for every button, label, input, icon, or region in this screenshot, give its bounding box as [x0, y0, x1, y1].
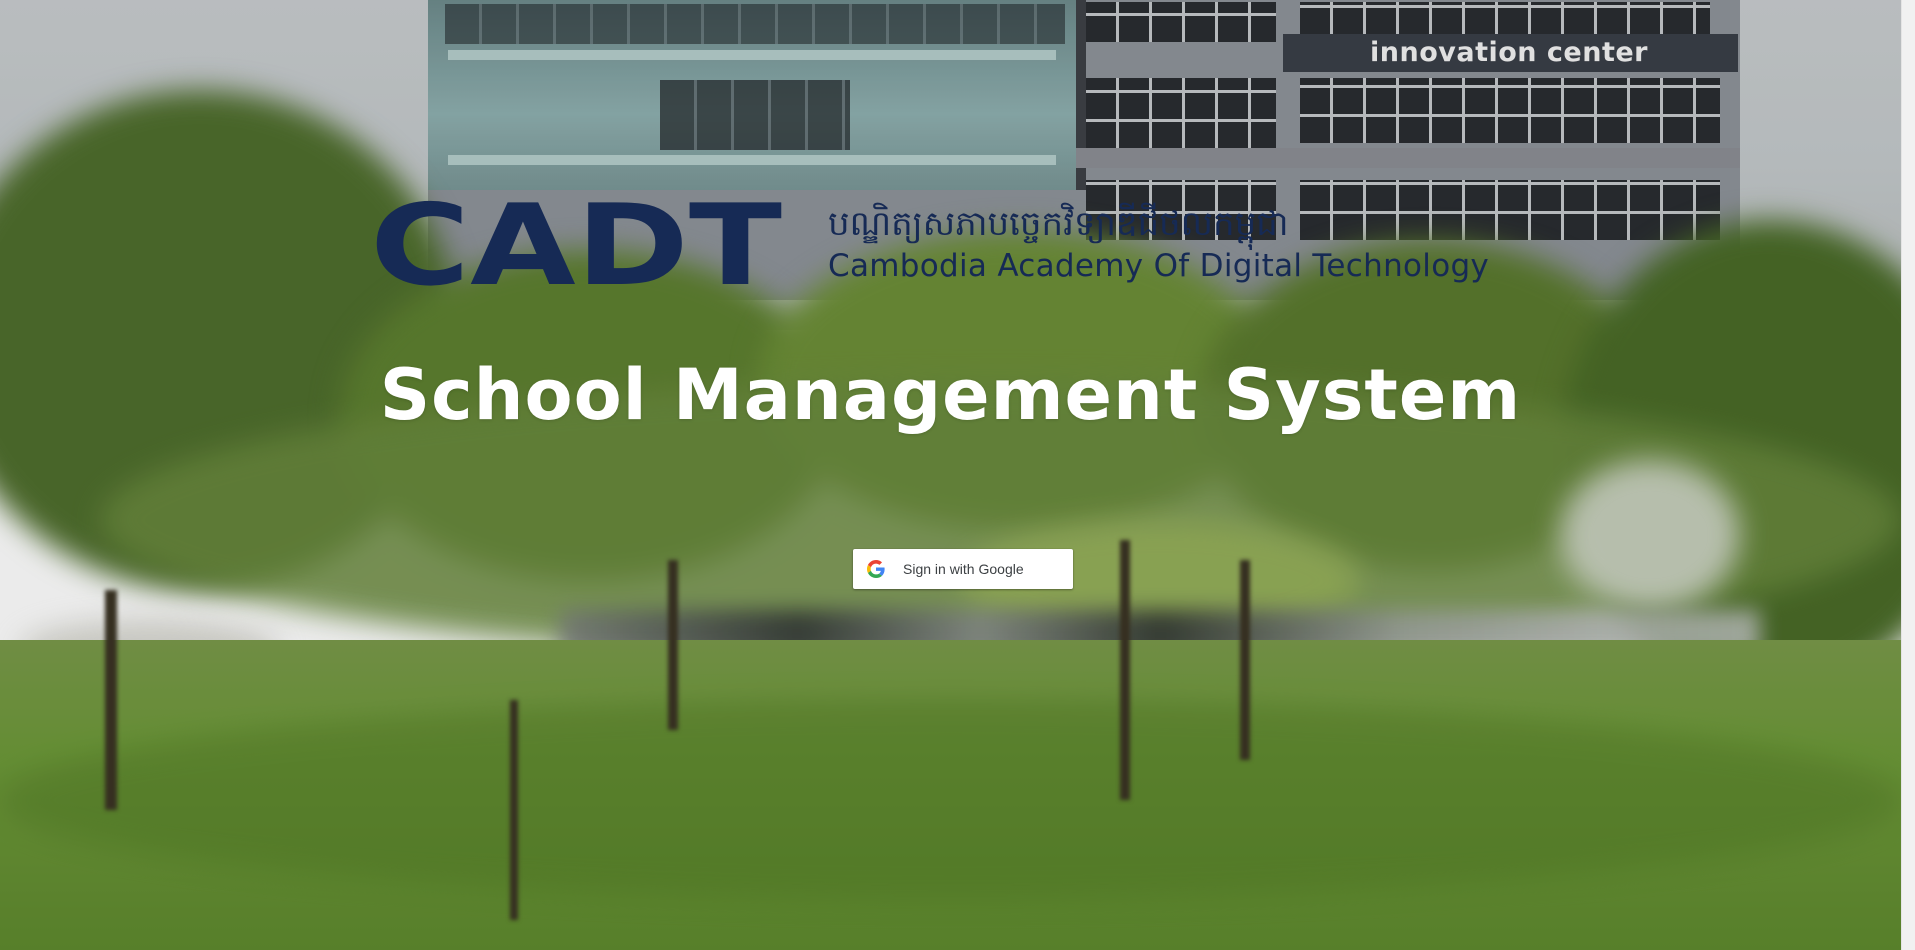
logo-khmer-name: បណ្ឌិត្យសភាបច្ចេកវិទ្យាឌីជីថលកម្ពុជា: [828, 204, 1289, 244]
cadt-logo: CADT បណ្ឌិត្យសភាបច្ចេកវិទ្យាឌីជីថលកម្ពុជ…: [370, 196, 1530, 292]
sign-in-label: Sign in with Google: [903, 561, 1024, 577]
login-page: innovation center CADT បណ្ឌិត្យសភាបច្ចេក…: [0, 0, 1901, 950]
sign-in-with-google-button[interactable]: Sign in with Google: [853, 549, 1073, 589]
page-scrollbar[interactable]: [1901, 0, 1915, 950]
logo-english-name: Cambodia Academy Of Digital Technology: [828, 248, 1490, 284]
cadt-logo-mark-text: CADT: [370, 196, 782, 292]
cadt-logo-mark: CADT: [370, 196, 782, 292]
google-g-icon: [867, 560, 885, 578]
campus-background-photo: innovation center: [0, 0, 1901, 950]
page-title: School Management System: [379, 354, 1522, 436]
